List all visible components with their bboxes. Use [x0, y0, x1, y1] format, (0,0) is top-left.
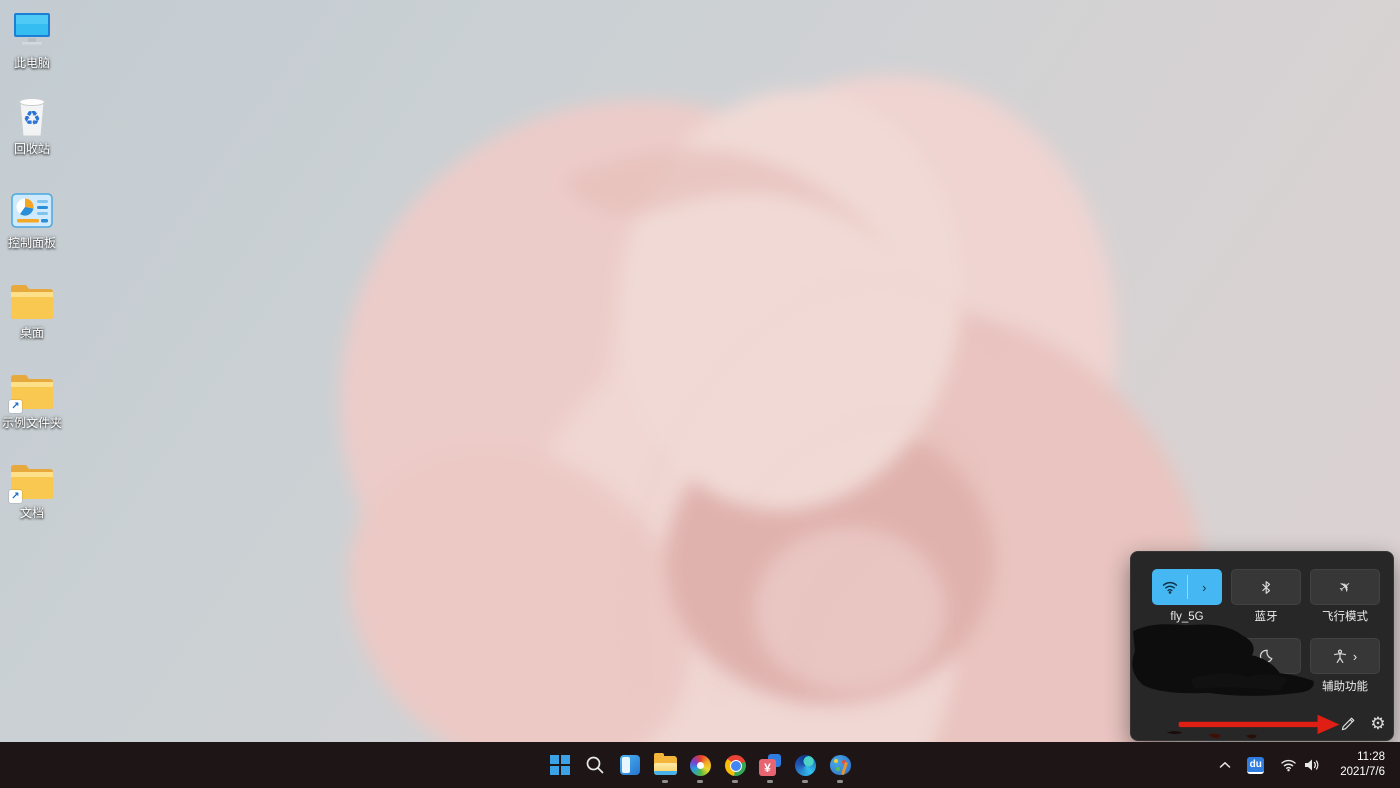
wifi-expand-chevron[interactable]: › [1188, 570, 1222, 604]
photos-button[interactable] [687, 746, 713, 784]
gear-icon: ⚙ [1370, 714, 1385, 734]
desktop-icon-label: 控制面板 [2, 236, 62, 250]
accessibility-tile-label: 辅助功能 [1302, 680, 1388, 694]
desktop-icon-folder-documents[interactable]: ↗ 文档 [2, 458, 62, 520]
wifi-toggle-button[interactable] [1153, 570, 1187, 604]
taskbar-center-icons: ¥ [547, 742, 853, 788]
desktop-icon-label: 示例文件夹 [2, 416, 62, 430]
wifi-tile[interactable]: › [1152, 569, 1222, 605]
annotation-arrow [1179, 715, 1340, 734]
file-explorer-icon [654, 756, 677, 775]
chevron-right-icon: › [1202, 581, 1206, 594]
network-volume-button[interactable] [1275, 748, 1325, 782]
search-icon [585, 755, 605, 775]
running-indicator [662, 780, 668, 783]
accessibility-tile[interactable]: › [1310, 638, 1380, 674]
taskbar: ¥ du [0, 742, 1400, 788]
airplane-mode-tile[interactable]: ✈ [1310, 569, 1380, 605]
airplane-mode-tile-label: 飞行模式 [1302, 610, 1388, 624]
paint-button[interactable] [827, 746, 853, 784]
wifi-tile-label: fly_5G [1144, 610, 1230, 624]
airplane-icon: ✈ [1334, 576, 1355, 598]
widgets-button[interactable] [617, 746, 643, 784]
svg-text:♻: ♻ [23, 106, 41, 130]
chevron-up-icon [1219, 761, 1231, 769]
folder-shortcut-icon: ↗ [8, 368, 56, 414]
edge-icon [795, 755, 816, 776]
start-button[interactable] [547, 746, 573, 784]
clock-button[interactable]: 11:28 2021/7/6 [1331, 748, 1394, 782]
tray-time: 11:28 [1340, 750, 1385, 765]
obscured-tile[interactable] [1152, 638, 1222, 674]
system-tray: du 11:28 20 [1214, 742, 1394, 788]
desktop-icon-this-pc[interactable]: 此电脑 [2, 8, 62, 70]
paint-icon [830, 755, 851, 775]
pencil-icon [1340, 716, 1356, 732]
desktop-icon-label: 回收站 [2, 142, 62, 156]
bluetooth-icon [1260, 580, 1272, 595]
baidu-netdisk-icon: du [1247, 757, 1264, 774]
moon-icon [1259, 649, 1273, 663]
baidu-netdisk-tray-button[interactable]: du [1242, 748, 1269, 782]
search-button[interactable] [582, 746, 608, 784]
windows-desktop: 此电脑 ♻ 回收站 控制面板 [0, 0, 1400, 788]
photos-icon [690, 755, 711, 776]
desktop-icon-folder-desktop[interactable]: 桌面 [2, 278, 62, 340]
windows-logo-icon [550, 755, 570, 775]
chrome-icon [725, 755, 746, 776]
desktop-icon-recycle-bin[interactable]: ♻ 回收站 [2, 94, 62, 156]
this-pc-icon [8, 8, 56, 54]
desktop-icon-label: 桌面 [2, 326, 62, 340]
finance-app-icon: ¥ [759, 754, 781, 776]
file-explorer-button[interactable] [652, 746, 678, 784]
bluetooth-tile-label: 蓝牙 [1223, 610, 1309, 624]
control-panel-icon [8, 188, 56, 234]
desktop-icon-label: 此电脑 [2, 56, 62, 70]
edge-button[interactable] [792, 746, 818, 784]
desktop-icon-control-panel[interactable]: 控制面板 [2, 188, 62, 250]
volume-icon [1304, 758, 1320, 772]
desktop-icon-label: 文档 [2, 506, 62, 520]
finance-app-button[interactable]: ¥ [757, 746, 783, 784]
chevron-right-icon: › [1353, 650, 1357, 663]
chrome-button[interactable] [722, 746, 748, 784]
running-indicator [802, 780, 808, 783]
edit-quick-settings-button[interactable] [1335, 712, 1361, 736]
shortcut-arrow-icon: ↗ [9, 490, 22, 503]
running-indicator [837, 780, 843, 783]
accessibility-icon [1333, 649, 1347, 664]
wifi-icon [1162, 581, 1178, 594]
widgets-icon [620, 755, 640, 775]
night-mode-tile[interactable] [1231, 638, 1301, 674]
bluetooth-tile[interactable] [1231, 569, 1301, 605]
settings-button[interactable]: ⚙ [1365, 712, 1391, 736]
running-indicator [767, 780, 773, 783]
recycle-bin-icon: ♻ [8, 94, 56, 140]
shortcut-arrow-icon: ↗ [9, 400, 22, 413]
quick-settings-panel: › ✈ fly_5G 蓝牙 飞行模式 [1130, 551, 1394, 741]
tray-overflow-button[interactable] [1214, 748, 1236, 782]
wifi-tray-icon [1280, 758, 1297, 772]
desktop-icon-folder-sample[interactable]: ↗ 示例文件夹 [2, 368, 62, 430]
running-indicator [697, 780, 703, 783]
running-indicator [732, 780, 738, 783]
folder-shortcut-icon: ↗ [8, 458, 56, 504]
folder-icon [8, 278, 56, 324]
tray-date: 2021/7/6 [1340, 765, 1385, 780]
